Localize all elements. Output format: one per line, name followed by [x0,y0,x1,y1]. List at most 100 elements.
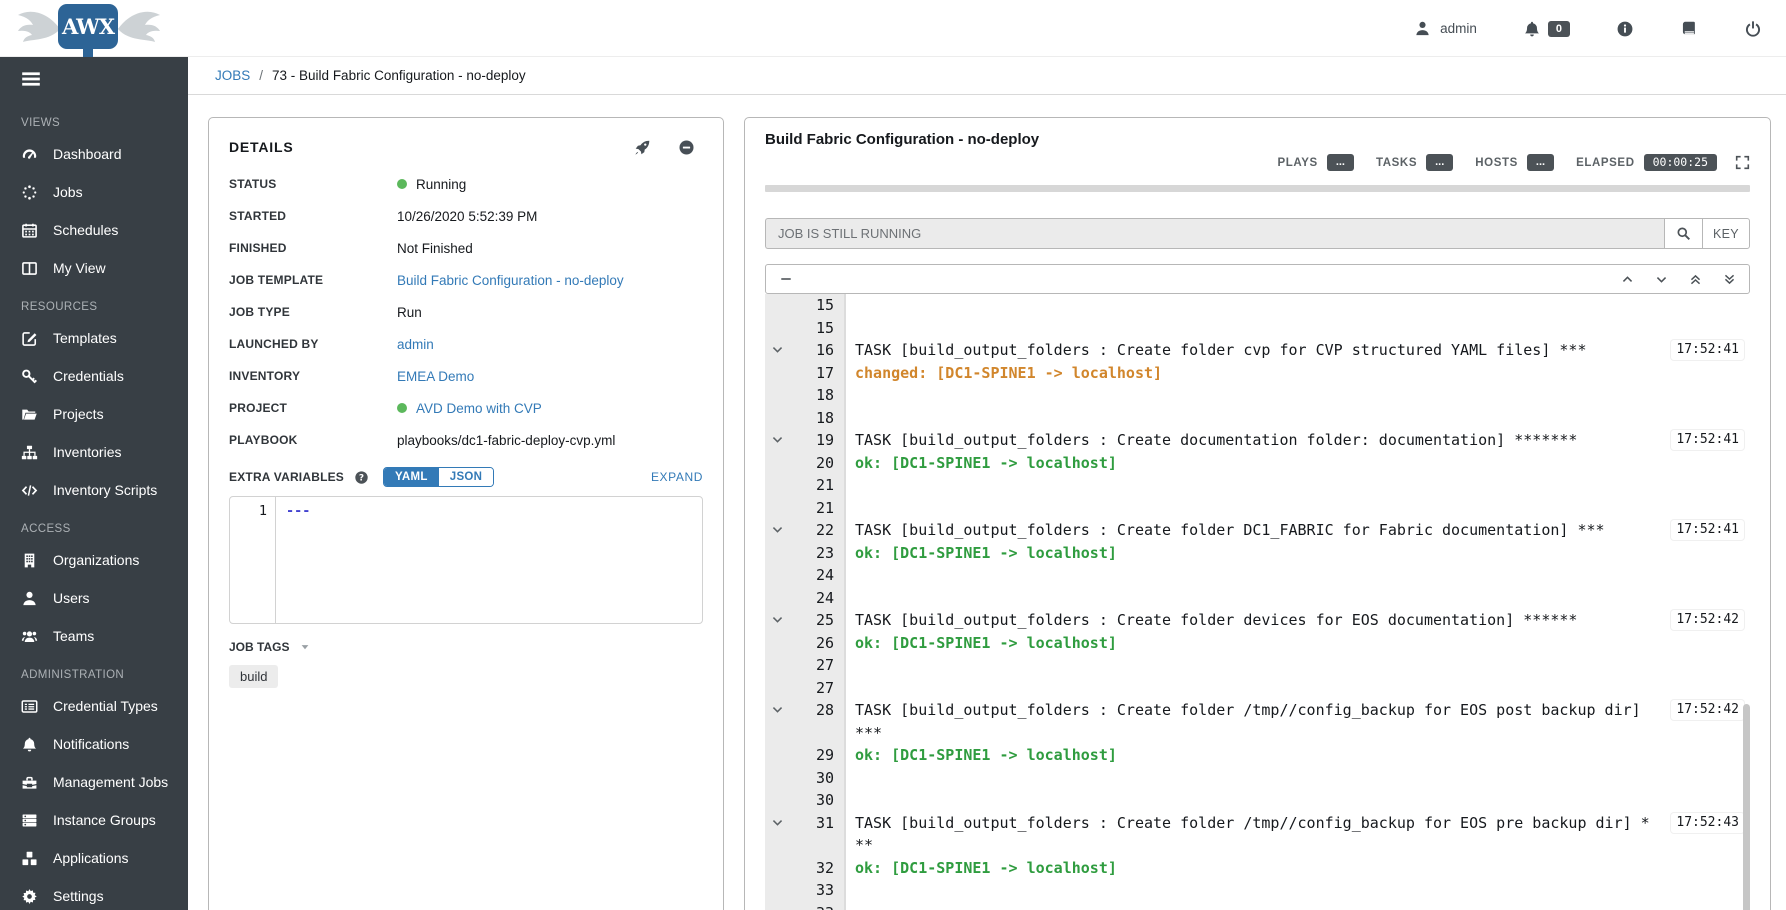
output-key-button[interactable]: KEY [1702,218,1750,249]
collapse-all-button[interactable] [779,272,793,286]
organizations-icon [21,552,38,569]
console-line-text [845,677,1650,700]
console-line-24: 24 [765,587,1750,610]
console-line-25[interactable]: 25TASK [build_output_folders : Create fo… [765,609,1750,632]
output-search-button[interactable] [1664,218,1702,249]
console-line-number: 32 [765,857,845,880]
output-search-input[interactable] [765,218,1664,249]
console-line-31[interactable]: 31TASK [build_output_folders : Create fo… [765,812,1750,857]
search-icon [1676,226,1691,241]
console-line-20[interactable]: 20ok: [DC1-SPINE1 -> localhost] [765,452,1750,475]
sidebar-item-dashboard[interactable]: Dashboard [0,135,188,173]
editor-content[interactable]: --- [276,497,310,623]
sidebar-item-inventory-scripts[interactable]: Inventory Scripts [0,471,188,509]
field-label: STATUS [229,177,397,191]
console-line-number: 33 [765,902,845,910]
relaunch-button[interactable] [634,139,651,156]
console-line-number: 20 [765,452,845,475]
sidebar-item-credential-types[interactable]: Credential Types [0,687,188,725]
inventory-link[interactable]: EMEA Demo [397,369,474,384]
menu-toggle-button[interactable] [20,68,42,90]
console-line-19[interactable]: 19TASK [build_output_folders : Create do… [765,429,1750,452]
job-template-link[interactable]: Build Fabric Configuration - no-deploy [397,273,624,288]
sidebar-item-schedules[interactable]: Schedules [0,211,188,249]
console-line-29[interactable]: 29ok: [DC1-SPINE1 -> localhost] [765,744,1750,767]
sidebar-item-label: Dashboard [53,146,122,162]
help-button[interactable]: ? [354,470,369,485]
console-scrollbar-thumb[interactable] [1743,704,1750,910]
stat-label: PLAYS [1278,157,1318,169]
console-line-16[interactable]: 16TASK [build_output_folders : Create fo… [765,339,1750,362]
console-line-28[interactable]: 28TASK [build_output_folders : Create fo… [765,699,1750,744]
extra-variables-editor[interactable]: 1 --- [229,496,703,624]
scroll-previous-button[interactable] [1621,273,1634,286]
info-icon [1616,20,1634,38]
console-line-26[interactable]: 26ok: [DC1-SPINE1 -> localhost] [765,632,1750,655]
expand-task-caret[interactable] [771,343,784,356]
sidebar-item-management-jobs[interactable]: Management Jobs [0,763,188,801]
awx-logo-text: AWX [58,4,118,49]
sidebar-item-teams[interactable]: Teams [0,617,188,655]
username: admin [1440,21,1477,36]
console-line-text: changed: [DC1-SPINE1 -> localhost] [845,362,1650,385]
field-value: playbooks/dc1-fabric-deploy-cvp.yml [397,433,615,448]
scroll-next-button[interactable] [1655,273,1668,286]
expand-task-caret[interactable] [771,816,784,829]
console-line-text [845,902,1650,910]
console-line-text [845,767,1650,790]
console-line-22[interactable]: 22TASK [build_output_folders : Create fo… [765,519,1750,542]
sidebar-item-templates[interactable]: Templates [0,319,188,357]
user-menu[interactable]: admin [1414,20,1477,37]
sidebar-item-notifications[interactable]: Notifications [0,725,188,763]
job-output-console: 151516TASK [build_output_folders : Creat… [765,294,1750,910]
expand-variables-link[interactable]: EXPAND [651,470,703,484]
console-line-number: 16 [765,339,845,362]
sidebar-item-label: Jobs [53,184,83,200]
json-toggle-button[interactable]: JSON [439,468,494,486]
expand-task-caret[interactable] [771,703,784,716]
expand-task-caret[interactable] [771,523,784,536]
notifications-button[interactable]: 0 [1523,20,1570,38]
sidebar-item-my-view[interactable]: My View [0,249,188,287]
job-tags-caret-button[interactable] [299,641,311,653]
sidebar-item-label: Management Jobs [53,774,168,790]
console-line-21: 21 [765,474,1750,497]
breadcrumb-jobs-link[interactable]: JOBS [215,68,250,83]
field-label: JOB TEMPLATE [229,273,397,287]
console-line-33: 33 [765,902,1750,910]
sidebar-item-credentials[interactable]: Credentials [0,357,188,395]
sidebar-item-jobs[interactable]: Jobs [0,173,188,211]
console-line-number: 17 [765,362,845,385]
expand-task-caret[interactable] [771,613,784,626]
launched-by-link[interactable]: admin [397,337,434,352]
about-button[interactable] [1616,20,1634,38]
expand-task-caret[interactable] [771,433,784,446]
output-expand-button[interactable] [1735,155,1750,170]
cancel-job-button[interactable] [678,139,695,156]
sidebar-item-projects[interactable]: Projects [0,395,188,433]
sidebar-item-inventories[interactable]: Inventories [0,433,188,471]
extra-variables-label: EXTRA VARIABLES [229,470,344,484]
scroll-top-button[interactable] [1689,273,1702,286]
docs-button[interactable] [1680,20,1698,38]
stat-label: HOSTS [1475,157,1518,169]
console-line-number: 21 [765,474,845,497]
sidebar-item-settings[interactable]: Settings [0,877,188,910]
console-line-17[interactable]: 17changed: [DC1-SPINE1 -> localhost] [765,362,1750,385]
project-link[interactable]: AVD Demo with CVP [416,401,542,416]
scroll-bottom-button[interactable] [1723,273,1736,286]
console-line-text: TASK [build_output_folders : Create docu… [845,429,1650,452]
sidebar-item-applications[interactable]: Applications [0,839,188,877]
awx-logo[interactable]: AWX [14,0,184,62]
logout-button[interactable] [1744,20,1762,38]
console-line-30: 30 [765,789,1750,812]
yaml-toggle-button[interactable]: YAML [384,468,439,486]
console-line-23[interactable]: 23ok: [DC1-SPINE1 -> localhost] [765,542,1750,565]
console-line-number: 19 [765,429,845,452]
sidebar-item-organizations[interactable]: Organizations [0,541,188,579]
stat-label: ELAPSED [1576,157,1635,169]
console-line-32[interactable]: 32ok: [DC1-SPINE1 -> localhost] [765,857,1750,880]
sidebar-item-instance-groups[interactable]: Instance Groups [0,801,188,839]
console-line-18: 18 [765,407,1750,430]
sidebar-item-users[interactable]: Users [0,579,188,617]
